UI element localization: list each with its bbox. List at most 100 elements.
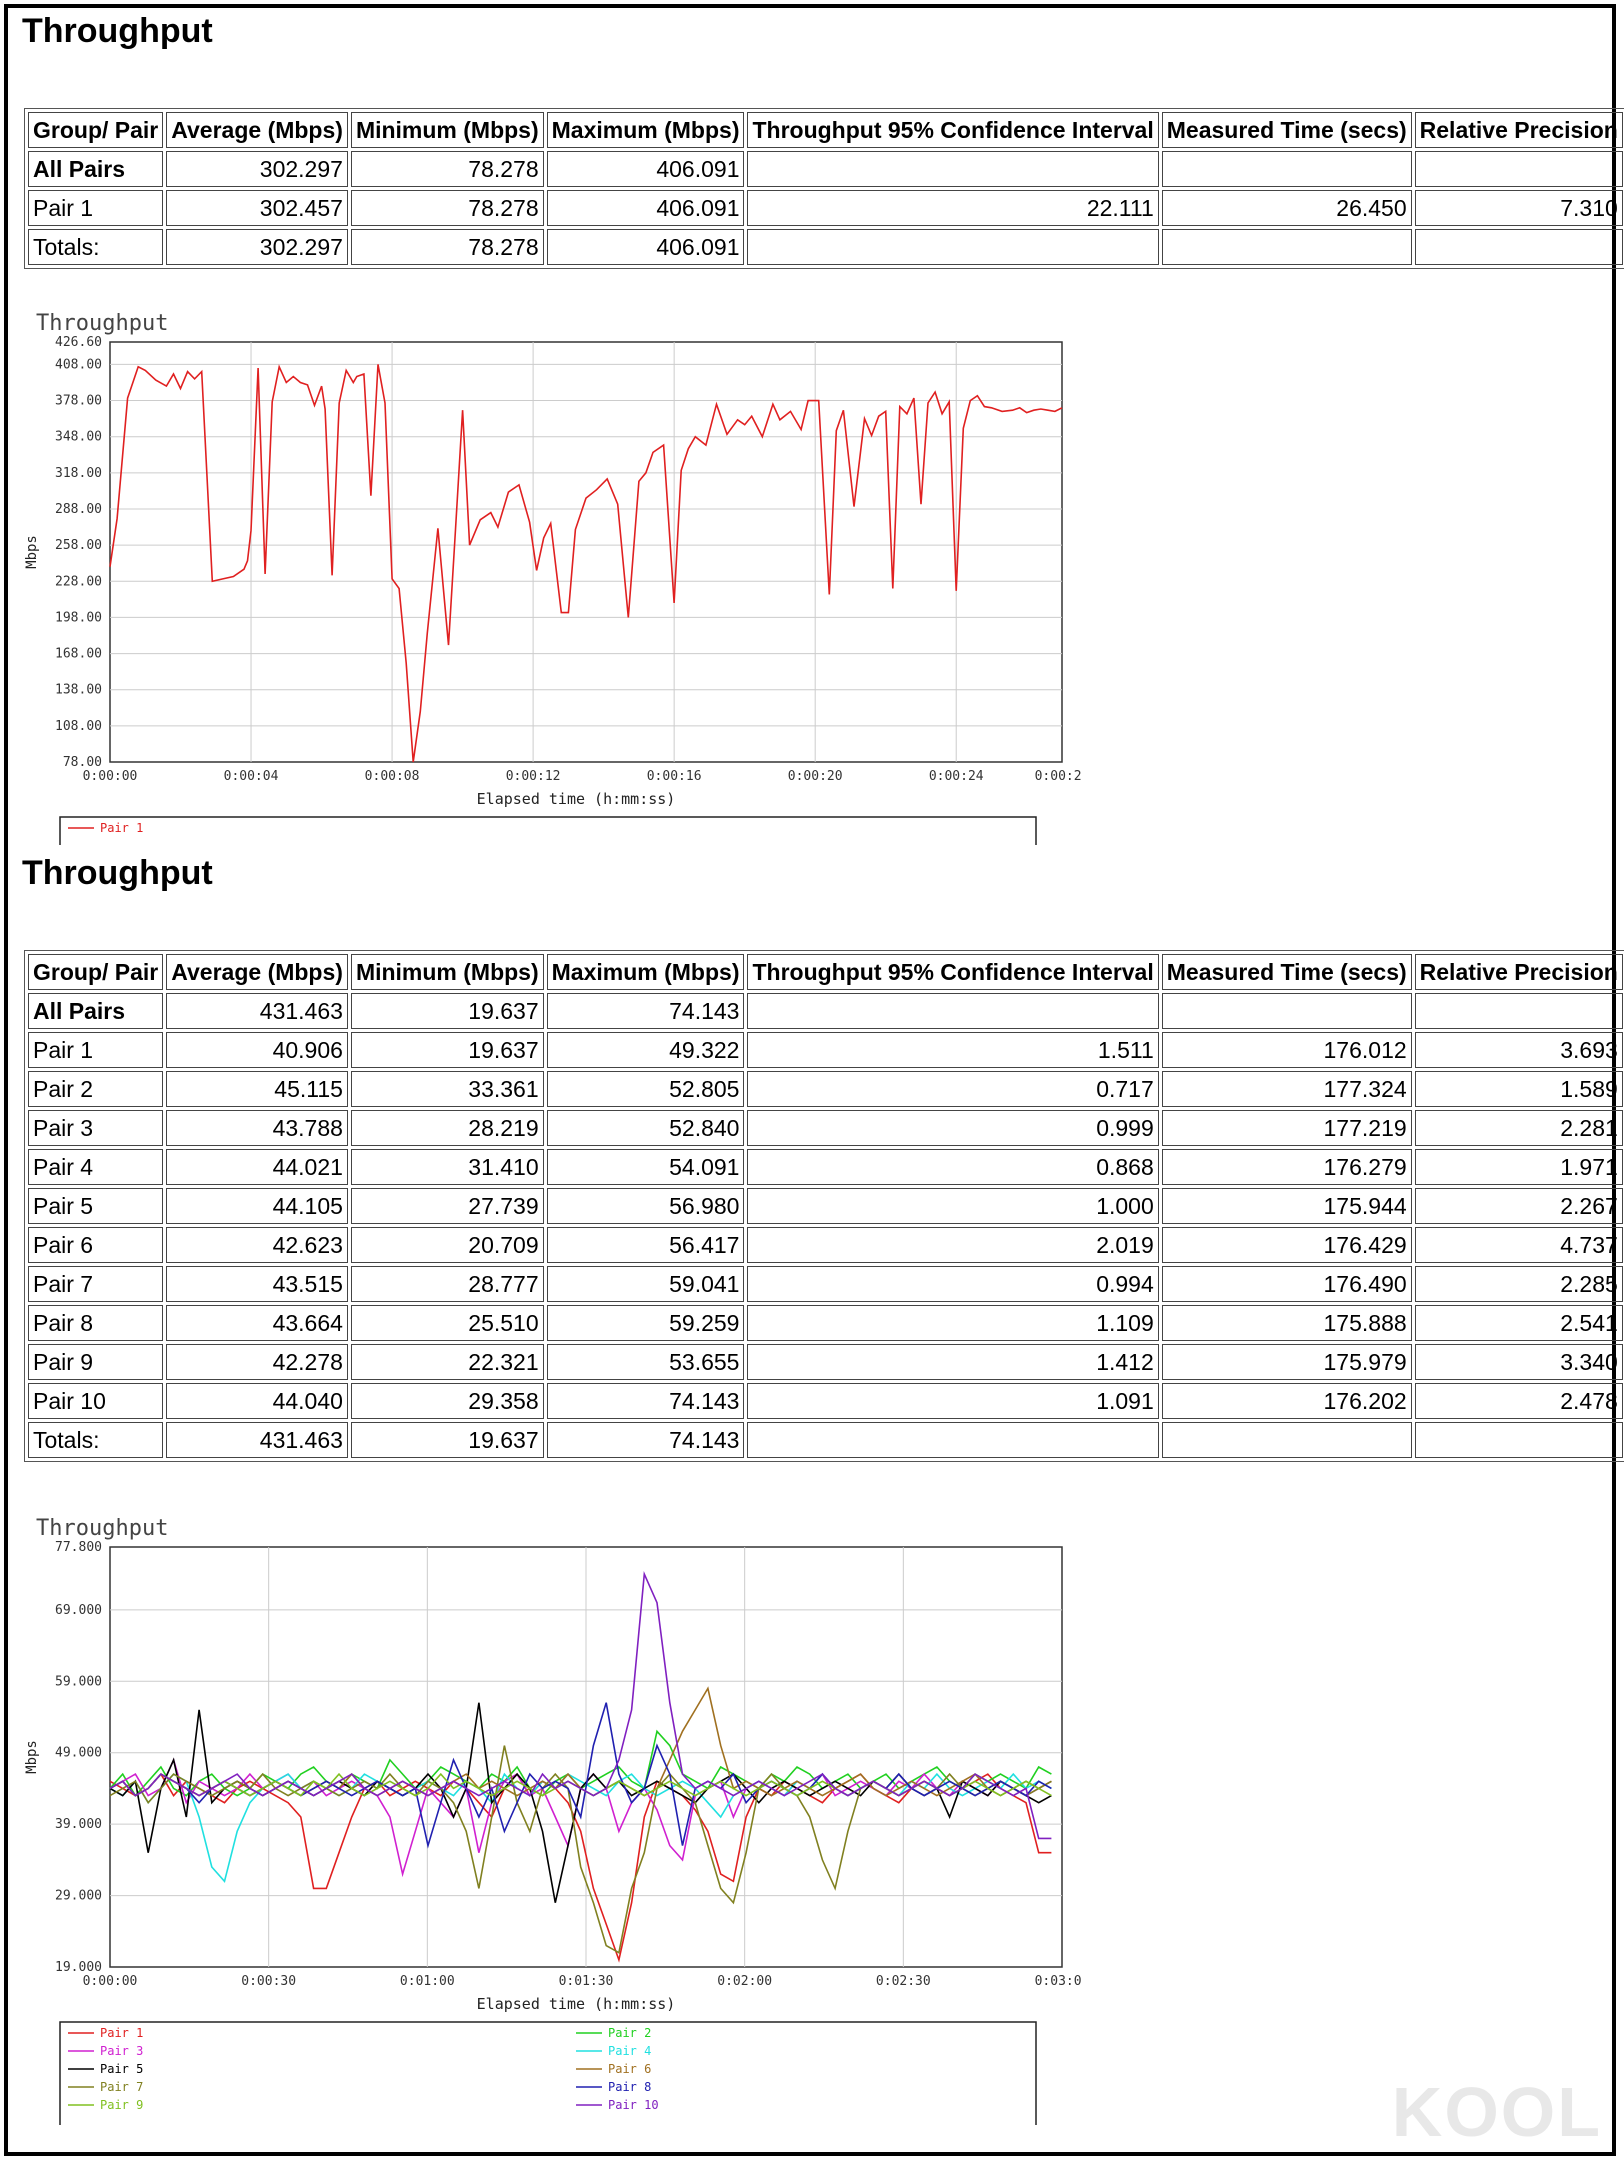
column-header: Average (Mbps): [166, 112, 348, 148]
x-tick-label: 0:00:00: [83, 769, 138, 784]
y-tick-label: 288.00: [55, 502, 102, 517]
legend-label: Pair 4: [608, 2044, 651, 2058]
table-cell: 43.515: [166, 1266, 348, 1302]
table-cell: [1414, 993, 1623, 1029]
table-cell: 44.040: [166, 1383, 348, 1419]
legend-label: Pair 5: [100, 2062, 143, 2076]
table-cell: 1.971: [1414, 1149, 1623, 1185]
table-cell: 0.868: [747, 1149, 1159, 1185]
table-cell: 1.511: [747, 1032, 1159, 1068]
x-tick-label: 0:01:00: [400, 1974, 455, 1989]
y-tick-label: 258.00: [55, 538, 102, 553]
table-cell: 4.737: [1414, 1227, 1623, 1263]
table-cell: 42.623: [166, 1227, 348, 1263]
table-cell: [1414, 229, 1623, 265]
table-cell: 25.510: [350, 1305, 544, 1341]
table-cell: 59.259: [546, 1305, 745, 1341]
table-cell: 7.310: [1414, 190, 1623, 226]
table-cell: 78.278: [350, 229, 544, 265]
plot-area: [109, 341, 1063, 763]
table-row: Pair 9 42.278 22.321 53.655 1.412 175.979 3.34…: [28, 1344, 1623, 1380]
column-header: Group/ Pair: [28, 112, 164, 148]
table-cell: 1.589: [1414, 1071, 1623, 1107]
table-row: Pair 1 302.457 78.278 406.091 22.111 26.450 7.…: [28, 190, 1623, 226]
table-header-row: Group/ Pair Average (Mbps) Minimum (Mbps) M…: [28, 954, 1623, 990]
legend-box: [59, 2021, 1037, 2125]
legend-label: Pair 2: [608, 2026, 651, 2040]
x-tick-label: 0:00:20: [788, 769, 843, 784]
y-tick-label: 228.00: [55, 574, 102, 589]
table-cell: 74.143: [546, 1383, 745, 1419]
column-header: Average (Mbps): [166, 954, 348, 990]
legend-label: Pair 10: [608, 2098, 659, 2112]
column-header: Minimum (Mbps): [350, 954, 544, 990]
table-cell: 28.219: [350, 1110, 544, 1146]
table-cell: 176.490: [1161, 1266, 1412, 1302]
table-cell: 1.109: [747, 1305, 1159, 1341]
table-cell: [1161, 151, 1412, 187]
column-header: Throughput 95% Confidence Interval: [747, 112, 1159, 148]
y-tick-label: 108.00: [55, 719, 102, 734]
table-cell: [1161, 1422, 1412, 1458]
column-header: Measured Time (secs): [1161, 954, 1412, 990]
row-label: Pair 4: [28, 1149, 164, 1185]
table-cell: [747, 1422, 1159, 1458]
row-label: Pair 6: [28, 1227, 164, 1263]
table-cell: 302.297: [166, 151, 348, 187]
table-row: Pair 6 42.623 20.709 56.417 2.019 176.429 4.73…: [28, 1227, 1623, 1263]
table-cell: 406.091: [546, 190, 745, 226]
x-tick-label: 0:00:00: [83, 1974, 138, 1989]
table-cell: 31.410: [350, 1149, 544, 1185]
row-label: Pair 2: [28, 1071, 164, 1107]
row-label: Pair 7: [28, 1266, 164, 1302]
table-cell: 74.143: [546, 993, 745, 1029]
watermark-logo: KOOL: [1391, 2073, 1602, 2151]
table-cell: 74.143: [546, 1422, 745, 1458]
table-row: Pair 4 44.021 31.410 54.091 0.868 176.279 1.97…: [28, 1149, 1623, 1185]
table-cell: 177.324: [1161, 1071, 1412, 1107]
table-cell: [1161, 993, 1412, 1029]
throughput-table-1: Group/ Pair Average (Mbps) Minimum (Mbps) M…: [24, 108, 1624, 269]
table-cell: 1.412: [747, 1344, 1159, 1380]
table-cell: 175.888: [1161, 1305, 1412, 1341]
table-cell: 33.361: [350, 1071, 544, 1107]
column-header: Minimum (Mbps): [350, 112, 544, 148]
y-tick-label: 69.000: [55, 1603, 102, 1618]
throughput-chart-1: Throughput 78.00 108.00 138.00 168.00 198.00 2…: [24, 311, 1082, 845]
column-header: Group/ Pair: [28, 954, 164, 990]
table-cell: 43.788: [166, 1110, 348, 1146]
x-tick-label: 0:00:30: [241, 1974, 296, 1989]
table-cell: 176.429: [1161, 1227, 1412, 1263]
x-tick-label: 0:03:00: [1035, 1974, 1082, 1989]
table-cell: 0.994: [747, 1266, 1159, 1302]
table-cell: 2.541: [1414, 1305, 1623, 1341]
table-cell: 54.091: [546, 1149, 745, 1185]
legend-label: Pair 1: [100, 821, 143, 835]
x-tick-label: 0:00:08: [365, 769, 420, 784]
row-label: Pair 8: [28, 1305, 164, 1341]
table-cell: 52.805: [546, 1071, 745, 1107]
table-cell: 56.417: [546, 1227, 745, 1263]
legend-box: [59, 816, 1037, 845]
table-cell: 176.279: [1161, 1149, 1412, 1185]
row-label: Pair 1: [28, 1032, 164, 1068]
x-tick-label: 0:00:24: [929, 769, 984, 784]
table-cell: 53.655: [546, 1344, 745, 1380]
y-tick-label: 39.000: [55, 1817, 102, 1832]
y-axis-label: Mbps: [24, 1740, 40, 1774]
table-cell: 49.322: [546, 1032, 745, 1068]
table-cell: 59.041: [546, 1266, 745, 1302]
column-header: Throughput 95% Confidence Interval: [747, 954, 1159, 990]
y-tick-label: 168.00: [55, 647, 102, 662]
table-row: All Pairs 302.297 78.278 406.091: [28, 151, 1623, 187]
throughput-table-2: Group/ Pair Average (Mbps) Minimum (Mbps) M…: [24, 950, 1624, 1462]
row-label: Totals:: [28, 229, 164, 265]
table-cell: 26.450: [1161, 190, 1412, 226]
row-label: Pair 10: [28, 1383, 164, 1419]
column-header: Relative Precision: [1414, 112, 1623, 148]
row-label: Totals:: [28, 1422, 164, 1458]
x-tick-label: 0:01:30: [559, 1974, 614, 1989]
table-cell: 3.340: [1414, 1344, 1623, 1380]
x-tick-label: 0:00:04: [224, 769, 279, 784]
section-title-2: Throughput: [22, 854, 213, 892]
